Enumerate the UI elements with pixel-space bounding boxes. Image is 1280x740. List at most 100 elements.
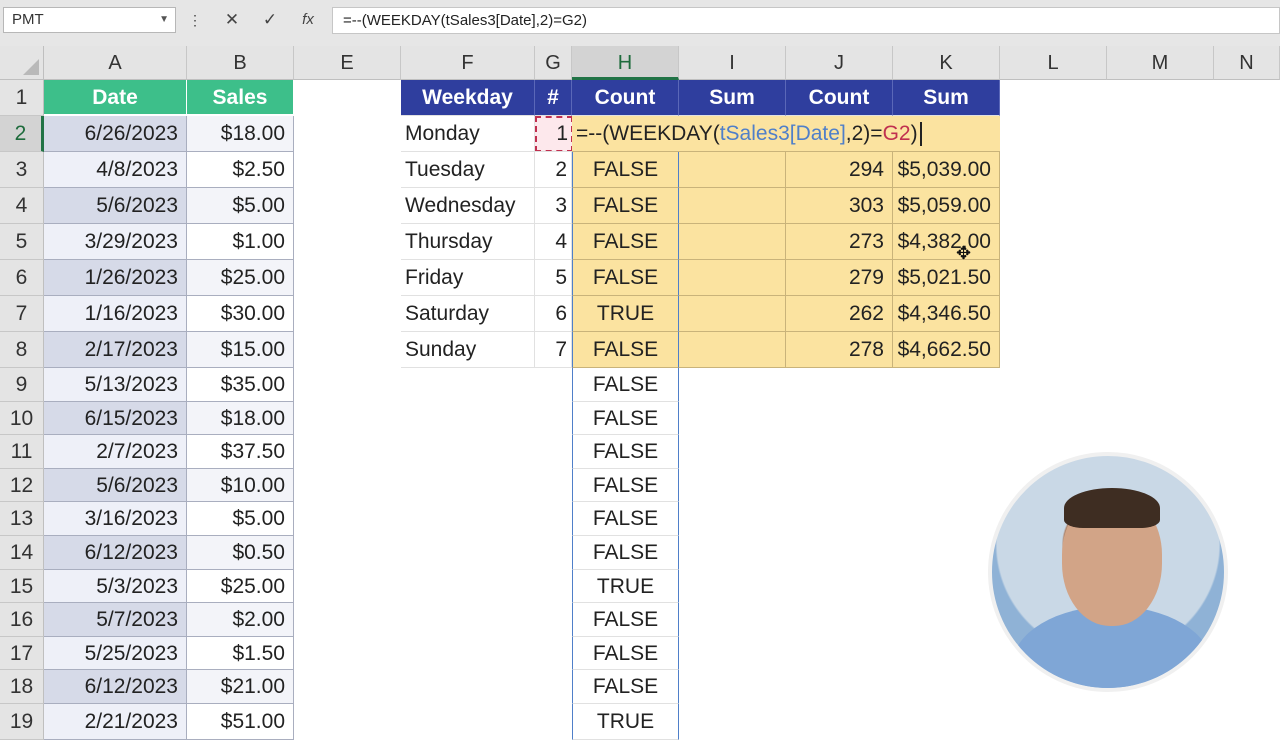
formula-input[interactable]: =--(WEEKDAY(tSales3[Date],2)=G2) — [332, 7, 1280, 34]
summary-count[interactable]: 294 — [786, 152, 893, 188]
select-all-corner[interactable] — [0, 46, 44, 80]
table-cell-sales[interactable]: $18.00 — [187, 402, 294, 435]
row-header-14[interactable]: 14 — [0, 536, 44, 570]
spill-cell[interactable]: FALSE — [572, 536, 679, 570]
table-cell-date[interactable]: 2/21/2023 — [44, 704, 187, 740]
column-header-k[interactable]: K — [893, 46, 1000, 80]
column-header-i[interactable]: I — [679, 46, 786, 80]
summary-number[interactable]: 1 — [535, 116, 572, 152]
spill-cell[interactable]: FALSE — [572, 368, 679, 402]
row-header-19[interactable]: 19 — [0, 704, 44, 740]
summary-header-i[interactable]: Sum — [679, 80, 786, 116]
summary-sum-empty[interactable] — [679, 260, 786, 296]
table-cell-date[interactable]: 5/13/2023 — [44, 368, 187, 402]
row-header-16[interactable]: 16 — [0, 603, 44, 637]
summary-number[interactable]: 7 — [535, 332, 572, 368]
table-cell-date[interactable]: 5/6/2023 — [44, 188, 187, 224]
summary-header-j[interactable]: Count — [786, 80, 893, 116]
enter-icon[interactable]: ✓ — [256, 7, 284, 33]
name-box[interactable]: PMT ▼ — [3, 7, 176, 33]
column-header-n[interactable]: N — [1214, 46, 1280, 80]
summary-sum-empty[interactable] — [679, 296, 786, 332]
more-options-icon[interactable]: ⋮ — [188, 7, 202, 33]
cell-editor[interactable]: =--(WEEKDAY(tSales3[Date],2)=G2) — [572, 116, 1000, 152]
table-cell-date[interactable]: 6/12/2023 — [44, 670, 187, 704]
column-header-l[interactable]: L — [1000, 46, 1107, 80]
summary-header-k[interactable]: Sum — [893, 80, 1000, 116]
spill-cell[interactable]: FALSE — [572, 402, 679, 435]
table-cell-date[interactable]: 1/26/2023 — [44, 260, 187, 296]
table-cell-date[interactable]: 5/3/2023 — [44, 570, 187, 603]
summary-sum[interactable]: $5,039.00 — [893, 152, 1000, 188]
summary-count[interactable]: 273 — [786, 224, 893, 260]
table-cell-sales[interactable]: $18.00 — [187, 116, 294, 152]
row-header-11[interactable]: 11 — [0, 435, 44, 469]
spill-cell[interactable]: TRUE — [572, 704, 679, 740]
row-header-10[interactable]: 10 — [0, 402, 44, 435]
table-cell-sales[interactable]: $10.00 — [187, 469, 294, 502]
column-header-b[interactable]: B — [187, 46, 294, 80]
spill-cell[interactable]: FALSE — [572, 502, 679, 536]
table-cell-date[interactable]: 2/7/2023 — [44, 435, 187, 469]
table-cell-sales[interactable]: $1.00 — [187, 224, 294, 260]
spill-cell[interactable]: FALSE — [572, 603, 679, 637]
summary-weekday[interactable]: Thursday — [401, 224, 535, 260]
summary-weekday[interactable]: Monday — [401, 116, 535, 152]
table-cell-date[interactable]: 1/16/2023 — [44, 296, 187, 332]
summary-number[interactable]: 6 — [535, 296, 572, 332]
chevron-down-icon[interactable]: ▼ — [159, 8, 169, 32]
table-cell-date[interactable]: 6/15/2023 — [44, 402, 187, 435]
summary-number[interactable]: 2 — [535, 152, 572, 188]
spill-cell[interactable]: FALSE — [572, 224, 679, 260]
column-header-a[interactable]: A — [44, 46, 187, 80]
spill-cell[interactable]: TRUE — [572, 296, 679, 332]
table-cell-sales[interactable]: $25.00 — [187, 570, 294, 603]
table-header-sales[interactable]: Sales — [187, 80, 294, 116]
row-header-6[interactable]: 6 — [0, 260, 44, 296]
table-cell-sales[interactable]: $21.00 — [187, 670, 294, 704]
summary-count[interactable]: 278 — [786, 332, 893, 368]
table-cell-sales[interactable]: $35.00 — [187, 368, 294, 402]
row-header-18[interactable]: 18 — [0, 670, 44, 704]
spill-cell[interactable]: FALSE — [572, 188, 679, 224]
summary-sum-empty[interactable] — [679, 332, 786, 368]
table-cell-sales[interactable]: $51.00 — [187, 704, 294, 740]
row-header-1[interactable]: 1 — [0, 80, 44, 116]
table-cell-date[interactable]: 4/8/2023 — [44, 152, 187, 188]
column-header-g[interactable]: G — [535, 46, 572, 80]
summary-count[interactable]: 279 — [786, 260, 893, 296]
table-cell-date[interactable]: 5/6/2023 — [44, 469, 187, 502]
table-cell-sales[interactable]: $25.00 — [187, 260, 294, 296]
row-header-12[interactable]: 12 — [0, 469, 44, 502]
column-header-m[interactable]: M — [1107, 46, 1214, 80]
summary-sum-empty[interactable] — [679, 188, 786, 224]
spill-cell[interactable]: FALSE — [572, 260, 679, 296]
summary-weekday[interactable]: Wednesday — [401, 188, 535, 224]
table-cell-date[interactable]: 2/17/2023 — [44, 332, 187, 368]
spill-cell[interactable]: FALSE — [572, 637, 679, 670]
table-cell-sales[interactable]: $0.50 — [187, 536, 294, 570]
table-cell-date[interactable]: 3/29/2023 — [44, 224, 187, 260]
table-cell-sales[interactable]: $2.50 — [187, 152, 294, 188]
summary-header-g[interactable]: # — [535, 80, 572, 116]
table-cell-date[interactable]: 5/7/2023 — [44, 603, 187, 637]
column-header-e[interactable]: E — [294, 46, 401, 80]
summary-number[interactable]: 5 — [535, 260, 572, 296]
row-header-9[interactable]: 9 — [0, 368, 44, 402]
table-cell-sales[interactable]: $5.00 — [187, 502, 294, 536]
table-cell-sales[interactable]: $1.50 — [187, 637, 294, 670]
row-header-4[interactable]: 4 — [0, 188, 44, 224]
table-cell-sales[interactable]: $5.00 — [187, 188, 294, 224]
spill-cell[interactable]: FALSE — [572, 670, 679, 704]
summary-sum-empty[interactable] — [679, 152, 786, 188]
summary-header-h[interactable]: Count — [572, 80, 679, 116]
column-header-j[interactable]: J — [786, 46, 893, 80]
table-cell-sales[interactable]: $30.00 — [187, 296, 294, 332]
summary-count[interactable]: 262 — [786, 296, 893, 332]
spill-cell[interactable]: FALSE — [572, 469, 679, 502]
spill-cell[interactable]: FALSE — [572, 435, 679, 469]
cancel-icon[interactable]: ✕ — [218, 7, 246, 33]
summary-sum[interactable]: $4,346.50 — [893, 296, 1000, 332]
table-cell-sales[interactable]: $2.00 — [187, 603, 294, 637]
summary-sum-empty[interactable] — [679, 224, 786, 260]
